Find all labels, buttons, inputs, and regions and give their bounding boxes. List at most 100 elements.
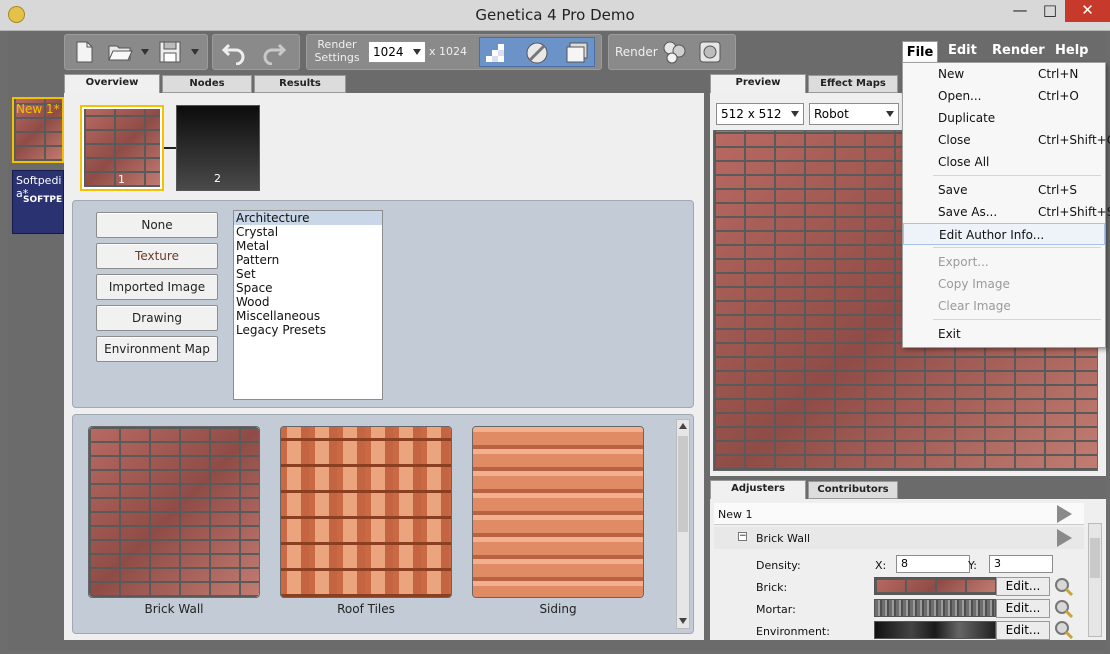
node-1[interactable]: 1 bbox=[80, 105, 164, 191]
category-item[interactable]: Pattern bbox=[234, 253, 382, 267]
adjusters-panel: New 1 − Brick Wall Density: X: 8 Y: 3 Br… bbox=[710, 499, 1106, 640]
layers-render-icon[interactable] bbox=[564, 40, 590, 66]
category-item[interactable]: Set bbox=[234, 267, 382, 281]
menu-separator bbox=[933, 175, 1101, 176]
render-label: Render bbox=[615, 45, 658, 59]
environment-edit-button[interactable]: Edit... bbox=[996, 621, 1050, 640]
presets-scrollbar[interactable] bbox=[676, 419, 690, 629]
render-preview-icon[interactable] bbox=[697, 39, 723, 65]
tab-adjusters[interactable]: Adjusters bbox=[710, 480, 806, 500]
menu-item-open[interactable]: Open... Ctrl+O bbox=[903, 85, 1105, 107]
menu-item-duplicate[interactable]: Duplicate bbox=[903, 107, 1105, 129]
menu-render[interactable]: Render bbox=[992, 43, 1045, 58]
category-item[interactable]: Metal bbox=[234, 239, 382, 253]
scrollbar-thumb[interactable] bbox=[1090, 538, 1100, 578]
category-list[interactable]: Architecture Crystal Metal Pattern Set S… bbox=[233, 210, 383, 400]
menu-help[interactable]: Help bbox=[1055, 43, 1088, 58]
tab-preview[interactable]: Preview bbox=[710, 74, 806, 94]
density-y-input[interactable]: 3 bbox=[989, 555, 1053, 573]
brick-swatch[interactable] bbox=[874, 577, 996, 595]
type-texture-button[interactable]: Texture bbox=[96, 243, 218, 269]
type-environment-map-button[interactable]: Environment Map bbox=[96, 336, 218, 362]
category-item[interactable]: Architecture bbox=[234, 211, 382, 225]
preset-brick-wall[interactable] bbox=[88, 426, 260, 598]
redo-icon[interactable] bbox=[261, 39, 287, 65]
document-new-1[interactable]: New 1* bbox=[12, 97, 64, 163]
type-drawing-button[interactable]: Drawing bbox=[96, 305, 218, 331]
roof-tiles-texture-icon bbox=[281, 427, 451, 597]
preset-label: Brick Wall bbox=[144, 602, 204, 616]
node-label: 2 bbox=[214, 172, 221, 185]
tab-overview[interactable]: Overview bbox=[64, 74, 160, 94]
document-label: New 1* bbox=[16, 102, 60, 116]
type-imported-image-button[interactable]: Imported Image bbox=[96, 274, 218, 300]
menu-edit[interactable]: Edit bbox=[948, 43, 977, 58]
density-x-input[interactable]: 8 bbox=[896, 555, 970, 573]
preview-model-select[interactable]: Robot bbox=[809, 103, 899, 125]
undo-icon[interactable] bbox=[221, 39, 247, 65]
category-item[interactable]: Miscellaneous bbox=[234, 309, 382, 323]
render-settings-group: Render Settings 1024 x 1024 bbox=[306, 34, 602, 70]
resolution-select[interactable]: 1024 bbox=[368, 41, 426, 63]
menu-item-save-as[interactable]: Save As... Ctrl+Shift+S bbox=[903, 201, 1110, 223]
chevron-down-icon bbox=[791, 111, 799, 117]
scroll-down-icon[interactable] bbox=[679, 618, 687, 624]
preset-siding[interactable] bbox=[472, 426, 644, 598]
scrollbar-thumb[interactable] bbox=[678, 436, 688, 532]
mortar-swatch[interactable] bbox=[874, 599, 996, 617]
title-bar: Genetica 4 Pro Demo — □ ✕ bbox=[0, 0, 1110, 31]
menu-item-save[interactable]: Save Ctrl+S bbox=[903, 179, 1105, 201]
collapse-icon[interactable]: − bbox=[738, 532, 747, 541]
maximize-button[interactable]: □ bbox=[1035, 0, 1065, 22]
play-icon[interactable] bbox=[1057, 505, 1072, 523]
render-objects-icon[interactable] bbox=[661, 39, 687, 65]
category-item[interactable]: Legacy Presets bbox=[234, 323, 382, 337]
brick-edit-button[interactable]: Edit... bbox=[996, 577, 1050, 596]
menu-file[interactable]: File bbox=[902, 41, 938, 63]
tab-contributors[interactable]: Contributors bbox=[808, 481, 898, 499]
document-sublabel: SOFTPE bbox=[23, 195, 63, 205]
close-button[interactable]: ✕ bbox=[1065, 0, 1110, 22]
magnifier-icon[interactable] bbox=[1054, 577, 1074, 597]
scroll-up-icon[interactable] bbox=[679, 423, 687, 429]
mortar-edit-button[interactable]: Edit... bbox=[996, 599, 1050, 618]
brick-texture-icon bbox=[89, 427, 259, 597]
play-icon[interactable] bbox=[1057, 529, 1072, 547]
adjuster-root-row[interactable]: New 1 bbox=[714, 503, 1084, 525]
tab-results[interactable]: Results bbox=[254, 75, 346, 93]
menu-item-close-all[interactable]: Close All bbox=[903, 151, 1105, 173]
node-2[interactable]: 2 bbox=[176, 105, 260, 191]
minimize-button[interactable]: — bbox=[1005, 0, 1035, 22]
menu-item-edit-author-info[interactable]: Edit Author Info... bbox=[903, 223, 1105, 245]
open-dropdown-icon[interactable] bbox=[141, 49, 149, 55]
magnifier-icon[interactable] bbox=[1054, 620, 1074, 640]
preview-size-select[interactable]: 512 x 512 bbox=[716, 103, 804, 125]
document-softpedia[interactable]: Softpedi a* SOFTPE bbox=[12, 170, 64, 234]
node-label: 1 bbox=[118, 173, 125, 186]
type-none-button[interactable]: None bbox=[96, 212, 218, 238]
category-item[interactable]: Space bbox=[234, 281, 382, 295]
menu-item-new[interactable]: New Ctrl+N bbox=[903, 63, 1105, 85]
category-item[interactable]: Crystal bbox=[234, 225, 382, 239]
tab-effect-maps[interactable]: Effect Maps bbox=[808, 75, 898, 93]
save-dropdown-icon[interactable] bbox=[191, 49, 199, 55]
sphere-render-icon[interactable] bbox=[524, 40, 550, 66]
preset-roof-tiles[interactable] bbox=[280, 426, 452, 598]
magnifier-icon[interactable] bbox=[1054, 599, 1074, 619]
menu-item-close[interactable]: Close Ctrl+Shift+C bbox=[903, 129, 1110, 151]
menu-item-exit[interactable]: Exit bbox=[903, 323, 1105, 345]
open-folder-icon[interactable] bbox=[107, 39, 133, 65]
tiled-render-icon[interactable] bbox=[484, 40, 510, 66]
adjusters-scrollbar[interactable] bbox=[1088, 523, 1102, 637]
new-file-icon[interactable] bbox=[71, 39, 97, 65]
tab-nodes[interactable]: Nodes bbox=[162, 75, 252, 93]
menu-bar: File Edit Render Help bbox=[902, 41, 1106, 63]
category-item[interactable]: Wood bbox=[234, 295, 382, 309]
save-disk-icon[interactable] bbox=[157, 39, 183, 65]
adjuster-group-row[interactable]: − Brick Wall bbox=[714, 527, 1084, 549]
environment-swatch[interactable] bbox=[874, 621, 996, 639]
file-toolbar-group bbox=[64, 34, 208, 70]
environment-label: Environment: bbox=[756, 625, 830, 638]
preview-model-value: Robot bbox=[814, 107, 849, 121]
node-connector bbox=[164, 147, 176, 149]
